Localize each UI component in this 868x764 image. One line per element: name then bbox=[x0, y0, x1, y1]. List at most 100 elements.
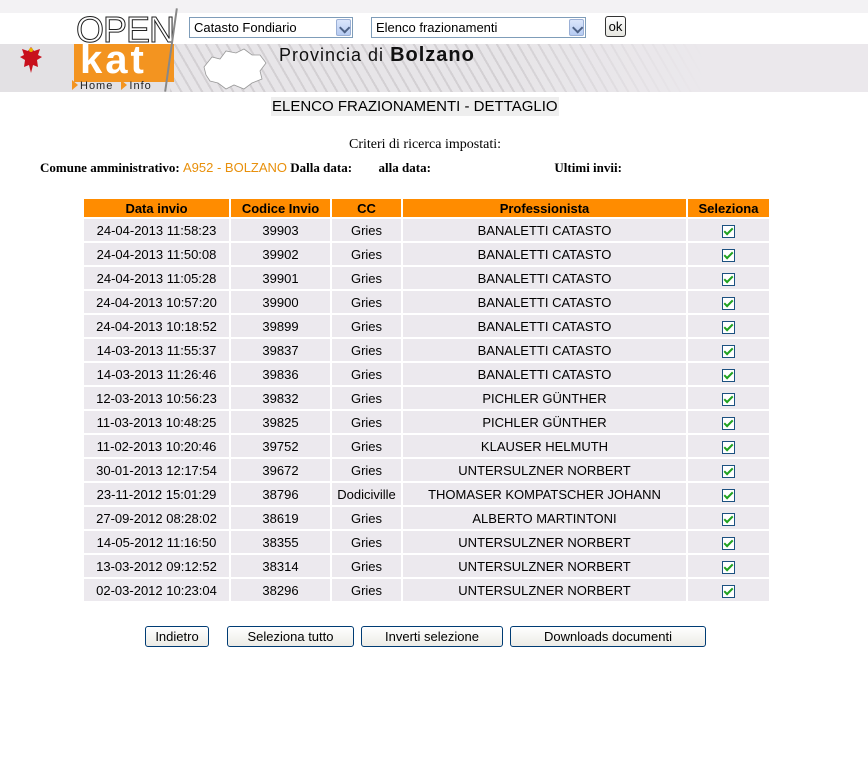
checkbox-checked-icon[interactable] bbox=[722, 392, 735, 406]
nav-info[interactable]: Info bbox=[129, 80, 151, 92]
indietro-button[interactable]: Indietro bbox=[145, 626, 209, 647]
cell-cc: Gries bbox=[332, 361, 401, 385]
chevron-down-icon[interactable] bbox=[336, 19, 351, 36]
cell-professionista: BANALETTI CATASTO bbox=[403, 313, 686, 337]
table-row: 24-04-2013 10:18:52 39899 Gries BANALETTI C… bbox=[84, 313, 769, 337]
cell-codice-invio: 38296 bbox=[231, 577, 330, 601]
cell-cc: Gries bbox=[332, 217, 401, 241]
table-row: 14-03-2013 11:26:46 39836 Gries BANALETTI C… bbox=[84, 361, 769, 385]
checkbox-checked-icon[interactable] bbox=[722, 224, 735, 238]
inverti-selezione-button[interactable]: Inverti selezione bbox=[361, 626, 503, 647]
checkbox-checked-icon[interactable] bbox=[722, 536, 735, 550]
cell-professionista: UNTERSULZNER NORBERT bbox=[403, 577, 686, 601]
col-header-cc[interactable]: CC bbox=[332, 199, 401, 217]
cell-professionista: BANALETTI CATASTO bbox=[403, 361, 686, 385]
cell-codice-invio: 39837 bbox=[231, 337, 330, 361]
cell-codice-invio: 38619 bbox=[231, 505, 330, 529]
provincia-bold: Bolzano bbox=[390, 44, 475, 66]
cell-professionista: BANALETTI CATASTO bbox=[403, 265, 686, 289]
cell-seleziona bbox=[688, 505, 769, 529]
cell-cc: Gries bbox=[332, 409, 401, 433]
cell-data-invio: 14-03-2013 11:26:46 bbox=[84, 361, 229, 385]
table-row: 11-02-2013 10:20:46 39752 Gries KLAUSER HEL… bbox=[84, 433, 769, 457]
checkbox-checked-icon[interactable] bbox=[722, 272, 735, 286]
cell-professionista: PICHLER GÜNTHER bbox=[403, 409, 686, 433]
elenco-select[interactable]: Elenco frazionamenti bbox=[371, 17, 586, 38]
ok-button[interactable]: ok bbox=[605, 16, 626, 37]
cell-seleziona bbox=[688, 385, 769, 409]
cell-professionista: UNTERSULZNER NORBERT bbox=[403, 553, 686, 577]
comune-value: A952 - BOLZANO bbox=[183, 160, 288, 175]
cell-codice-invio: 39903 bbox=[231, 217, 330, 241]
checkbox-checked-icon[interactable] bbox=[722, 464, 735, 478]
nav-home[interactable]: Home bbox=[80, 80, 113, 92]
cell-data-invio: 11-03-2013 10:48:25 bbox=[84, 409, 229, 433]
checkbox-checked-icon[interactable] bbox=[722, 440, 735, 454]
col-header-codice-invio[interactable]: Codice Invio bbox=[231, 199, 330, 217]
frazionamenti-table: Data invio Codice Invio CC Professionist… bbox=[82, 199, 771, 601]
cell-cc: Gries bbox=[332, 553, 401, 577]
table-row: 14-05-2012 11:16:50 38355 Gries UNTERSULZNE… bbox=[84, 529, 769, 553]
cell-data-invio: 13-03-2012 09:12:52 bbox=[84, 553, 229, 577]
table-row: 13-03-2012 09:12:52 38314 Gries UNTERSULZNE… bbox=[84, 553, 769, 577]
comune-label: Comune amministrativo: bbox=[40, 160, 180, 175]
checkbox-checked-icon[interactable] bbox=[722, 296, 735, 310]
chevron-down-icon[interactable] bbox=[569, 19, 584, 36]
table-row: 30-01-2013 12:17:54 39672 Gries UNTERSULZNE… bbox=[84, 457, 769, 481]
catasto-select[interactable]: Catasto Fondiario bbox=[189, 17, 353, 38]
cell-professionista: KLAUSER HELMUTH bbox=[403, 433, 686, 457]
table-row: 24-04-2013 11:05:28 39901 Gries BANALETTI C… bbox=[84, 265, 769, 289]
cell-seleziona bbox=[688, 265, 769, 289]
cell-seleziona bbox=[688, 457, 769, 481]
checkbox-checked-icon[interactable] bbox=[722, 368, 735, 382]
checkbox-checked-icon[interactable] bbox=[722, 512, 735, 526]
downloads-documenti-button[interactable]: Downloads documenti bbox=[510, 626, 706, 647]
table-row: 23-11-2012 15:01:29 38796 Dodiciville THOMA… bbox=[84, 481, 769, 505]
elenco-select-value: Elenco frazionamenti bbox=[376, 20, 498, 35]
criteria-line: Comune amministrativo: A952 - BOLZANO Da… bbox=[40, 160, 622, 176]
cell-data-invio: 02-03-2012 10:23:04 bbox=[84, 577, 229, 601]
cell-cc: Gries bbox=[332, 385, 401, 409]
checkbox-checked-icon[interactable] bbox=[722, 320, 735, 334]
logo-kat-text: kat bbox=[80, 38, 147, 82]
provincia-title: Provincia di Bolzano bbox=[279, 44, 475, 67]
cell-codice-invio: 39752 bbox=[231, 433, 330, 457]
arrow-right-icon bbox=[121, 80, 128, 90]
cell-data-invio: 11-02-2013 10:20:46 bbox=[84, 433, 229, 457]
cell-codice-invio: 38796 bbox=[231, 481, 330, 505]
col-header-data-invio[interactable]: Data invio bbox=[84, 199, 229, 217]
cell-codice-invio: 39825 bbox=[231, 409, 330, 433]
checkbox-checked-icon[interactable] bbox=[722, 560, 735, 574]
checkbox-checked-icon[interactable] bbox=[722, 248, 735, 262]
col-header-professionista[interactable]: Professionista bbox=[403, 199, 686, 217]
cell-cc: Gries bbox=[332, 505, 401, 529]
tyrol-eagle-icon bbox=[20, 47, 42, 73]
table-header-row: Data invio Codice Invio CC Professionist… bbox=[84, 199, 769, 217]
cell-codice-invio: 38314 bbox=[231, 553, 330, 577]
checkbox-checked-icon[interactable] bbox=[722, 344, 735, 358]
criteria-title: Criteri di ricerca impostati: bbox=[348, 137, 501, 152]
cell-cc: Gries bbox=[332, 529, 401, 553]
checkbox-checked-icon[interactable] bbox=[722, 488, 735, 502]
cell-seleziona bbox=[688, 217, 769, 241]
checkbox-checked-icon[interactable] bbox=[722, 584, 735, 598]
cell-codice-invio: 39900 bbox=[231, 289, 330, 313]
cell-data-invio: 27-09-2012 08:28:02 bbox=[84, 505, 229, 529]
cell-seleziona bbox=[688, 361, 769, 385]
banner-fade bbox=[505, 44, 705, 92]
cell-professionista: BANALETTI CATASTO bbox=[403, 289, 686, 313]
cell-cc: Gries bbox=[332, 577, 401, 601]
col-header-seleziona[interactable]: Seleziona bbox=[688, 199, 769, 217]
table-row: 24-04-2013 11:58:23 39903 Gries BANALETTI C… bbox=[84, 217, 769, 241]
cell-cc: Gries bbox=[332, 289, 401, 313]
cell-cc: Gries bbox=[332, 313, 401, 337]
ultimi-label: Ultimi invii: bbox=[554, 160, 622, 175]
cell-data-invio: 24-04-2013 10:57:20 bbox=[84, 289, 229, 313]
checkbox-checked-icon[interactable] bbox=[722, 416, 735, 430]
cell-seleziona bbox=[688, 289, 769, 313]
seleziona-tutto-button[interactable]: Seleziona tutto bbox=[227, 626, 354, 647]
cell-data-invio: 24-04-2013 11:05:28 bbox=[84, 265, 229, 289]
cell-professionista: UNTERSULZNER NORBERT bbox=[403, 457, 686, 481]
header-nav: Home Info bbox=[72, 80, 156, 92]
table-row: 24-04-2013 11:50:08 39902 Gries BANALETTI C… bbox=[84, 241, 769, 265]
